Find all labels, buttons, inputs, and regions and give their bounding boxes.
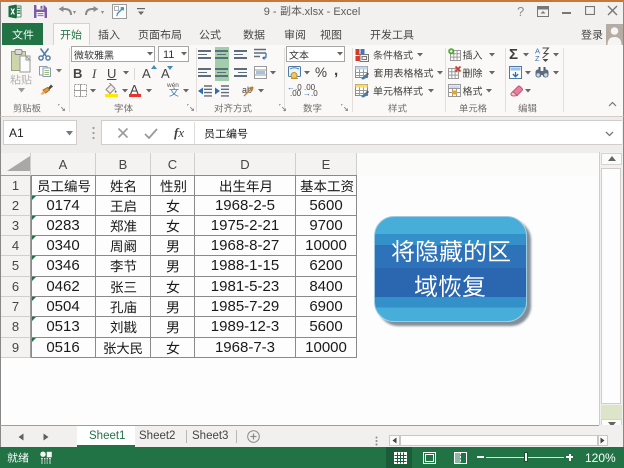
svg-text:Z: Z — [535, 54, 540, 62]
